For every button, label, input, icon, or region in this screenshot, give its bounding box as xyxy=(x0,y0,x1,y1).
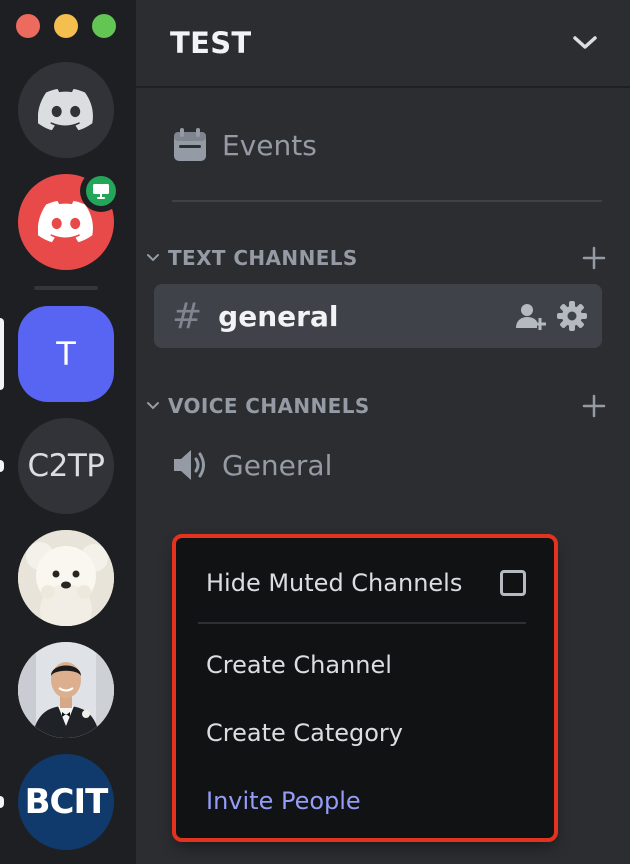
server-initials: C2TP xyxy=(27,448,106,484)
server-initials: BCIT xyxy=(24,782,109,822)
stage-icon xyxy=(93,184,109,199)
hide-muted-checkbox[interactable] xyxy=(500,570,526,596)
hide-muted-channels-item[interactable]: Hide Muted Channels xyxy=(206,560,526,606)
category-label: TEXT CHANNELS xyxy=(168,246,358,270)
invite-people-item[interactable]: Invite People xyxy=(206,778,526,824)
add-channel-icon[interactable] xyxy=(582,394,606,418)
server-name: TEST xyxy=(170,26,252,60)
create-channel-label: Create Channel xyxy=(206,651,392,679)
events-label: Events xyxy=(222,128,317,162)
server-red[interactable] xyxy=(18,170,122,270)
speaker-icon xyxy=(174,450,205,480)
chevron-down-icon[interactable] xyxy=(572,35,598,51)
server-rail: T C2TP BCIT xyxy=(0,0,136,864)
server-header[interactable]: TEST xyxy=(136,0,630,88)
hide-muted-channels-label: Hide Muted Channels xyxy=(206,569,463,597)
menu-separator xyxy=(198,622,526,624)
active-server-indicator xyxy=(0,318,4,390)
person-photo xyxy=(18,642,114,738)
create-channel-item[interactable]: Create Channel xyxy=(206,642,526,688)
add-channel-icon[interactable] xyxy=(582,246,606,270)
events-item[interactable]: Events xyxy=(172,122,317,168)
section-divider xyxy=(172,200,602,202)
voice-channel-name: General xyxy=(222,448,333,482)
dog-photo xyxy=(18,530,114,626)
category-text-channels[interactable]: TEXT CHANNELS xyxy=(146,241,606,275)
discord-app: T C2TP BCIT TEST Events TEXT CHANNELS # … xyxy=(0,0,630,864)
server-t[interactable]: T xyxy=(18,306,114,402)
hash-icon: # xyxy=(172,295,203,337)
close-window-button[interactable] xyxy=(16,14,40,38)
create-category-item[interactable]: Create Category xyxy=(206,710,526,756)
category-label: VOICE CHANNELS xyxy=(168,394,370,418)
settings-icon[interactable] xyxy=(556,300,588,332)
chevron-down-icon xyxy=(147,402,159,410)
stage-badge xyxy=(80,170,122,212)
calendar-icon xyxy=(174,128,206,161)
server-dog-avatar[interactable] xyxy=(18,530,114,626)
unread-indicator xyxy=(0,796,4,808)
invite-icon[interactable] xyxy=(514,300,546,332)
discord-logo-icon xyxy=(38,89,93,131)
discord-logo-icon xyxy=(38,201,93,243)
category-voice-channels[interactable]: VOICE CHANNELS xyxy=(146,389,606,423)
create-category-label: Create Category xyxy=(206,719,404,747)
channel-general[interactable]: # general xyxy=(154,284,602,348)
minimize-window-button[interactable] xyxy=(54,14,78,38)
channel-name: general xyxy=(218,299,339,333)
chevron-down-icon xyxy=(147,254,159,262)
voice-channel-general[interactable]: General xyxy=(172,440,332,490)
unread-indicator xyxy=(0,460,4,472)
invite-people-label: Invite People xyxy=(206,787,361,815)
server-c2tp[interactable]: C2TP xyxy=(18,418,114,514)
maximize-window-button[interactable] xyxy=(92,14,116,38)
server-bcit[interactable]: BCIT xyxy=(18,754,114,850)
window-controls xyxy=(16,14,116,38)
server-person-avatar[interactable] xyxy=(18,642,114,738)
home-button[interactable] xyxy=(18,62,114,158)
rail-separator xyxy=(34,286,98,290)
server-initials: T xyxy=(56,335,76,373)
